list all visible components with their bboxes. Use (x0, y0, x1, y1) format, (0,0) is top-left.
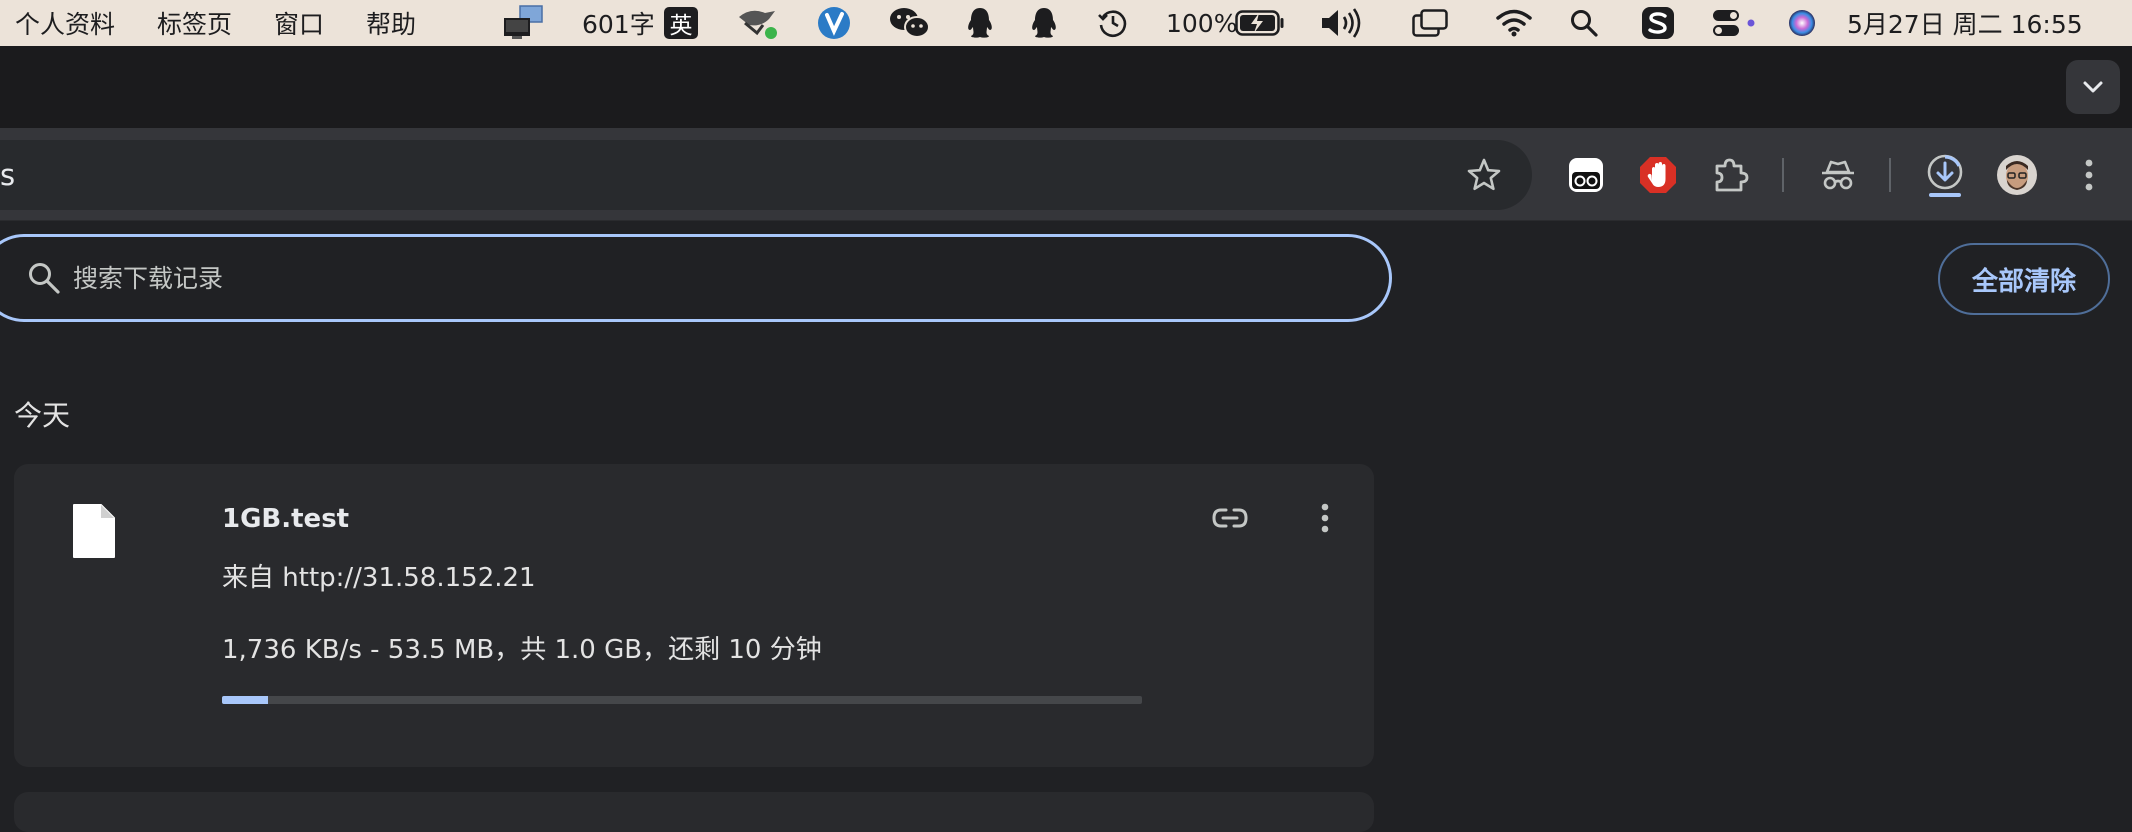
qq-icon[interactable] (1028, 0, 1060, 46)
download-item (14, 792, 1374, 832)
download-icon[interactable] (1922, 152, 1968, 198)
search-input[interactable] (73, 253, 1273, 303)
download-status: 1,736 KB/s - 53.5 MB，共 1.0 GB，还剩 10 分钟 (222, 635, 822, 665)
star-icon[interactable] (1466, 157, 1502, 193)
spotlight-icon[interactable] (1568, 0, 1600, 46)
toolbar-separator (1889, 158, 1891, 192)
file-source-url: 来自 http://31.58.152.21 (222, 563, 536, 593)
eyes-extension-icon[interactable] (1563, 152, 1609, 198)
address-bar-text: s (0, 158, 16, 192)
browser-toolbar: s (0, 128, 2132, 221)
qq-icon[interactable] (964, 0, 996, 46)
dragon-icon[interactable] (736, 0, 780, 46)
word-count[interactable]: 601字 (582, 0, 655, 46)
copy-link-button[interactable] (1210, 498, 1250, 538)
screen-mirror-icon[interactable] (1410, 0, 1450, 46)
avatar[interactable] (1994, 152, 2040, 198)
wifi-icon[interactable] (1494, 0, 1534, 46)
menu-profile[interactable]: 个人资料 (15, 5, 115, 41)
app-menu: 个人资料 标签页 窗口 帮助 (0, 5, 458, 41)
download-item: 1GB.test 来自 http://31.58.152.21 1,736 KB… (14, 464, 1374, 767)
volume-icon[interactable] (1318, 0, 1364, 46)
display-icon[interactable] (500, 0, 546, 46)
search-bar[interactable] (0, 234, 1392, 322)
download-progress-fill (222, 696, 268, 704)
more-vert-icon (1321, 503, 1329, 533)
file-icon (73, 504, 115, 558)
menu-window[interactable]: 窗口 (274, 5, 324, 41)
macos-menubar: 个人资料 标签页 窗口 帮助 601字 英 100% 5月27日 周二 16:5… (0, 0, 2132, 46)
menu-help[interactable]: 帮助 (366, 5, 416, 41)
tab-strip (0, 46, 2132, 128)
item-more-button[interactable] (1310, 498, 1340, 538)
control-center-icon[interactable] (1710, 0, 1758, 46)
wechat-icon[interactable] (888, 0, 932, 46)
file-name-link[interactable]: 1GB.test (222, 504, 349, 534)
puzzle-icon[interactable] (1707, 152, 1753, 198)
clock[interactable]: 5月27日 周二 16:55 (1847, 0, 2083, 46)
date-section-heading: 今天 (14, 399, 71, 432)
download-progress-bar (222, 696, 1142, 704)
chevron-down-icon (2083, 81, 2103, 93)
link-icon (1212, 508, 1248, 528)
incognito-icon[interactable] (1815, 152, 1861, 198)
siri-icon[interactable] (1786, 0, 1818, 46)
toolbar-separator (1782, 158, 1784, 192)
tab-search-button[interactable] (2066, 60, 2120, 114)
more-vert-icon[interactable] (2066, 152, 2112, 198)
downloads-page: 全部清除 今天 1GB.test 来自 http://31.58.152.21 … (0, 221, 2132, 832)
v-icon[interactable] (816, 0, 852, 46)
battery-icon[interactable] (1234, 0, 1286, 46)
ime-label: 英 (664, 7, 698, 39)
search-icon (29, 263, 60, 294)
menu-tabs[interactable]: 标签页 (157, 5, 232, 41)
clear-all-button[interactable]: 全部清除 (1938, 243, 2110, 315)
address-bar[interactable]: s (0, 140, 1532, 210)
ime-icon[interactable]: 英 (664, 0, 698, 46)
battery-percent[interactable]: 100% (1166, 0, 1237, 46)
time-machine-icon[interactable] (1096, 0, 1130, 46)
sogou-icon[interactable] (1640, 0, 1676, 46)
adblock-icon[interactable] (1635, 152, 1681, 198)
